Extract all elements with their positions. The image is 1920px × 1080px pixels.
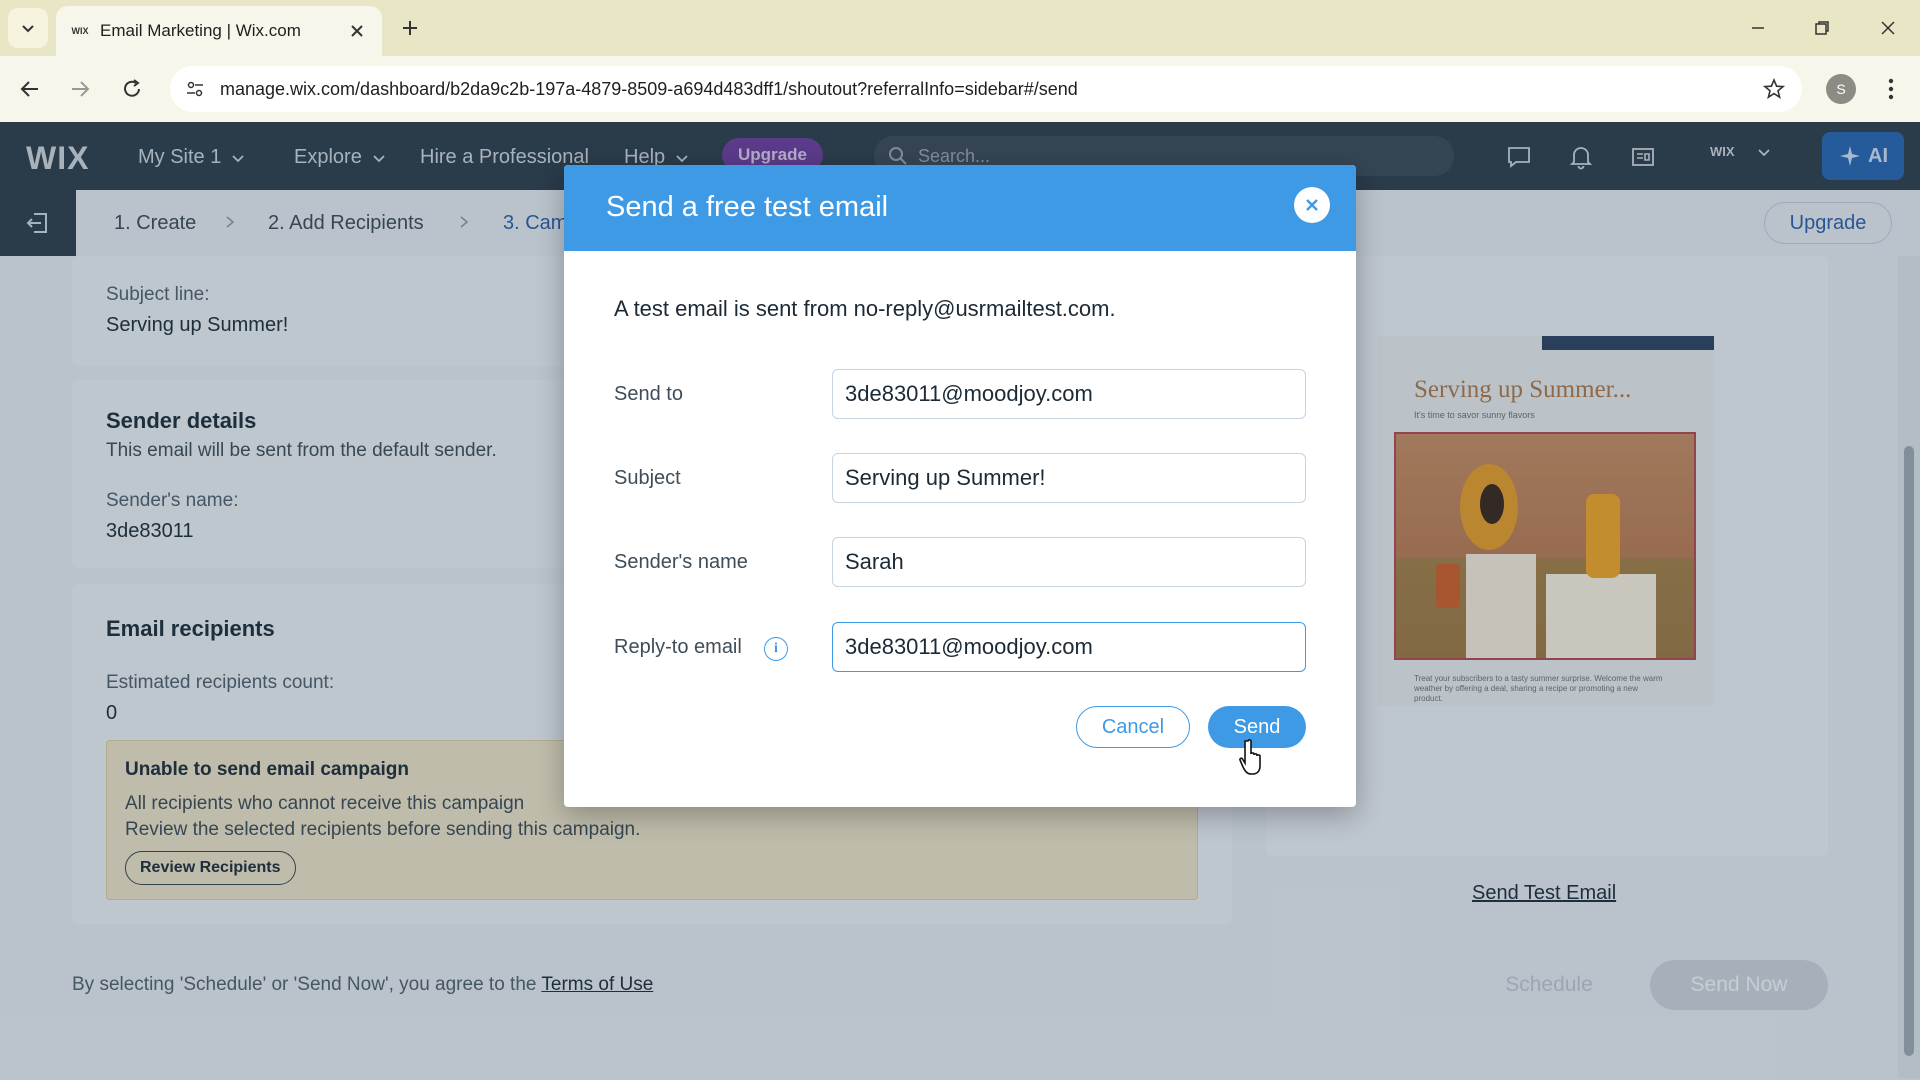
- subject-label: Subject: [614, 467, 681, 489]
- modal-title: Send a free test email: [606, 191, 889, 223]
- bookmark-star-icon[interactable]: [1760, 75, 1788, 103]
- browser-toolbar: manage.wix.com/dashboard/b2da9c2b-197a-4…: [0, 56, 1920, 122]
- site-settings-icon[interactable]: [182, 76, 208, 102]
- cancel-button[interactable]: Cancel: [1076, 706, 1190, 748]
- browser-menu-icon[interactable]: [1876, 74, 1906, 104]
- modal-header: Send a free test email: [564, 165, 1356, 251]
- back-arrow-icon[interactable]: [14, 73, 46, 105]
- address-bar[interactable]: manage.wix.com/dashboard/b2da9c2b-197a-4…: [170, 66, 1802, 112]
- info-icon[interactable]: i: [764, 637, 788, 661]
- window-close-icon[interactable]: [1872, 12, 1904, 44]
- wix-favicon: WIX: [71, 26, 89, 36]
- reply-to-label: Reply-to email: [614, 636, 742, 658]
- subject-field[interactable]: [832, 453, 1306, 503]
- profile-avatar[interactable]: S: [1826, 74, 1856, 104]
- reply-to-email-field[interactable]: [832, 622, 1306, 672]
- minimize-icon[interactable]: [1742, 12, 1774, 44]
- send-test-email-modal: Send a free test email A test email is s…: [564, 165, 1356, 807]
- send-to-label: Send to: [614, 383, 683, 405]
- tab-title: Email Marketing | Wix.com: [100, 21, 301, 40]
- hand-cursor-icon: [1239, 739, 1261, 775]
- forward-arrow-icon[interactable]: [64, 73, 96, 105]
- url-text: manage.wix.com/dashboard/b2da9c2b-197a-4…: [220, 78, 1078, 99]
- modal-intro-text: A test email is sent from no-reply@usrma…: [614, 296, 1116, 321]
- sender-name-label: Sender's name: [614, 551, 748, 573]
- tab-close-icon[interactable]: [346, 20, 368, 42]
- restore-icon[interactable]: [1806, 12, 1838, 44]
- send-to-field[interactable]: [832, 369, 1306, 419]
- chevron-down-icon: [22, 25, 34, 33]
- tab-list-button[interactable]: [8, 8, 48, 48]
- new-tab-icon[interactable]: [396, 14, 424, 42]
- browser-tab-active[interactable]: WIX Email Marketing | Wix.com: [56, 6, 382, 56]
- modal-close-button[interactable]: [1294, 187, 1330, 223]
- browser-tab-bar: WIX Email Marketing | Wix.com: [0, 0, 1920, 56]
- sender-name-field[interactable]: [832, 537, 1306, 587]
- reload-icon[interactable]: [116, 73, 148, 105]
- close-icon: [1306, 199, 1318, 211]
